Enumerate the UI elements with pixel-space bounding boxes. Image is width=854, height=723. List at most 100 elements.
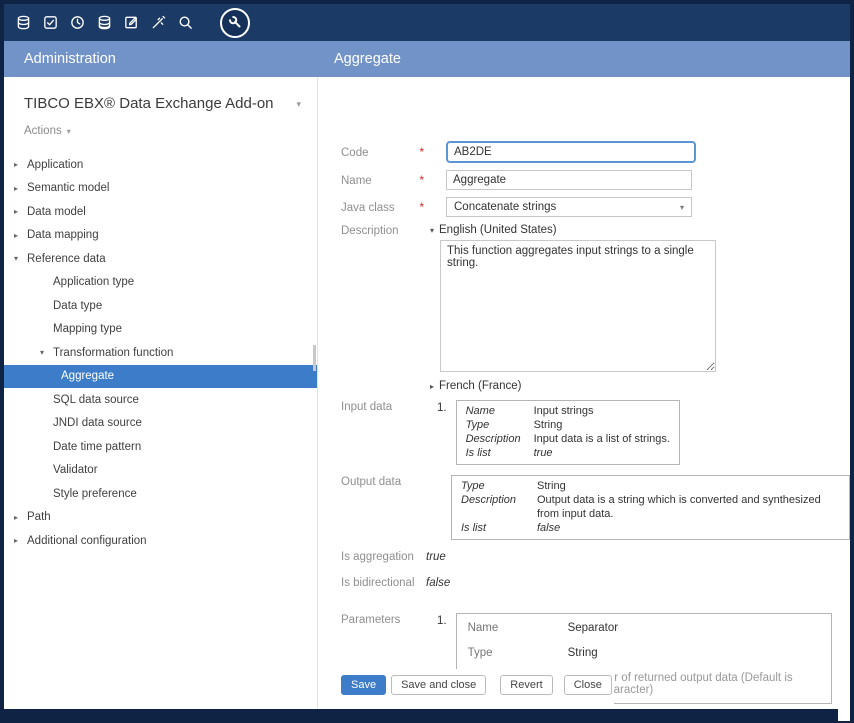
- java-class-selected-value: Concatenate strings: [454, 201, 556, 213]
- scrollbar-corner: [838, 709, 850, 721]
- data-icon[interactable]: [14, 14, 32, 32]
- tree-item-label: Mapping type: [53, 323, 122, 335]
- tree-item-data-mapping[interactable]: ▸Data mapping: [4, 224, 317, 248]
- english-locale-label: English (United States): [439, 224, 557, 236]
- tree-item-label: Reference data: [27, 253, 106, 265]
- administration-icon[interactable]: [220, 8, 250, 38]
- tree-item-label: Style preference: [53, 488, 137, 500]
- actions-label: Actions: [24, 125, 62, 137]
- dashboard-icon[interactable]: [68, 14, 86, 32]
- name-input[interactable]: [446, 170, 692, 190]
- tree-item-data-model[interactable]: ▸Data model: [4, 200, 317, 224]
- tree-item-mapping-type[interactable]: Mapping type: [4, 318, 317, 342]
- is-bidirectional-row: Is bidirectional false: [341, 576, 850, 589]
- java-class-label: Java class*: [341, 201, 446, 214]
- tree-item-style-preference[interactable]: Style preference: [4, 482, 317, 506]
- input-data-row: Input data 1. NameInput strings TypeStri…: [341, 400, 850, 465]
- description-field-row: Description ▾ English (United States) Th…: [341, 224, 850, 392]
- authoring-icon[interactable]: [122, 14, 140, 32]
- tree-item-label: Validator: [53, 464, 98, 476]
- application-window: Administration Aggregate TIBCO EBX® Data…: [0, 0, 854, 723]
- tree-item-label: Additional configuration: [27, 535, 147, 547]
- dataset-selector[interactable]: TIBCO EBX® Data Exchange Add-on ▾: [4, 77, 317, 112]
- tree-item-semantic-model[interactable]: ▸Semantic model: [4, 177, 317, 201]
- chevron-right-icon: ▸: [430, 382, 434, 391]
- save-and-close-button[interactable]: Save and close: [391, 675, 486, 695]
- chevron-right-icon: ▸: [14, 184, 27, 193]
- perspective-icon[interactable]: [149, 14, 167, 32]
- tree-item-reference-data[interactable]: ▾Reference data: [4, 247, 317, 271]
- java-class-select[interactable]: Concatenate strings ▾: [446, 197, 692, 217]
- top-toolbar: [4, 4, 850, 41]
- chevron-down-icon: ▾: [40, 348, 53, 357]
- chevron-down-icon: ▾: [430, 226, 434, 235]
- output-data-label: Output data: [341, 475, 446, 488]
- chevron-right-icon: ▸: [14, 231, 27, 240]
- tree-item-label: Path: [27, 511, 51, 523]
- kv-key: Type: [461, 479, 527, 493]
- chevron-down-icon: ▾: [680, 203, 684, 212]
- revert-button[interactable]: Revert: [500, 675, 552, 695]
- chevron-down-icon: ▾: [14, 254, 27, 263]
- chevron-down-icon: ▾: [296, 99, 301, 110]
- list-index: 1.: [437, 402, 447, 414]
- name-label: Name*: [341, 174, 446, 187]
- output-data-row: Output data Type String Description Output…: [341, 475, 850, 540]
- window-content: Administration Aggregate TIBCO EBX® Data…: [4, 4, 850, 709]
- tree-item-label: JNDI data source: [53, 417, 142, 429]
- tree-item-application[interactable]: ▸Application: [4, 153, 317, 177]
- required-asterisk: *: [420, 202, 424, 214]
- kv-value: String: [568, 640, 820, 665]
- english-locale-toggle[interactable]: ▾ English (United States): [430, 224, 716, 236]
- record-title: Aggregate: [318, 51, 401, 67]
- tree-item-sql-data-source[interactable]: SQL data source: [4, 388, 317, 412]
- french-locale-toggle[interactable]: ▸ French (France): [430, 380, 716, 392]
- kv-key: Type: [466, 418, 524, 432]
- tree-item-label: Aggregate: [61, 370, 114, 382]
- tree-item-label: Date time pattern: [53, 441, 141, 453]
- kv-key: Type: [468, 640, 568, 665]
- record-form: Code* Name* Java class* Concatenate stri…: [318, 77, 850, 709]
- close-button[interactable]: Close: [564, 675, 612, 695]
- sidebar-scrollbar[interactable]: [313, 345, 316, 371]
- tree-item-label: Transformation function: [53, 347, 173, 359]
- tree-item-date-time-pattern[interactable]: Date time pattern: [4, 435, 317, 459]
- navigation-tree: ▸Application ▸Semantic model ▸Data model…: [4, 153, 317, 553]
- kv-value: String: [537, 479, 840, 493]
- search-icon[interactable]: [176, 14, 194, 32]
- kv-value: Input data is a list of strings.: [534, 432, 670, 446]
- chevron-right-icon: ▸: [14, 207, 27, 216]
- kv-value: Separator: [568, 615, 820, 640]
- description-english-textarea[interactable]: This function aggregates input strings t…: [440, 240, 716, 372]
- kv-key: Is list: [461, 521, 527, 535]
- actions-menu[interactable]: Actions ▾: [24, 125, 317, 137]
- tree-item-label: SQL data source: [53, 394, 139, 406]
- checklist-icon[interactable]: [41, 14, 59, 32]
- tree-item-jndi-data-source[interactable]: JNDI data source: [4, 412, 317, 436]
- tree-item-application-type[interactable]: Application type: [4, 271, 317, 295]
- java-class-field-row: Java class* Concatenate strings ▾: [341, 197, 850, 217]
- required-asterisk: *: [420, 147, 424, 159]
- tree-item-aggregate[interactable]: Aggregate: [4, 365, 317, 389]
- tree-item-label: Application type: [53, 276, 134, 288]
- kv-value: Output data is a string which is convert…: [537, 493, 840, 521]
- code-label: Code*: [341, 146, 446, 159]
- kv-key: Description: [461, 493, 527, 521]
- tree-item-additional-configuration[interactable]: ▸Additional configuration: [4, 529, 317, 553]
- tree-item-data-type[interactable]: Data type: [4, 294, 317, 318]
- is-aggregation-value: true: [426, 550, 446, 563]
- chevron-right-icon: ▸: [14, 536, 27, 545]
- save-button[interactable]: Save: [341, 675, 386, 695]
- tree-item-label: Data model: [27, 206, 86, 218]
- kv-value: true: [534, 446, 670, 460]
- tree-item-path[interactable]: ▸Path: [4, 506, 317, 530]
- tree-item-validator[interactable]: Validator: [4, 459, 317, 483]
- is-bidirectional-value: false: [426, 576, 450, 589]
- output-data-table: Type String Description Output data is a s…: [451, 475, 850, 540]
- kv-value: String: [534, 418, 670, 432]
- data-model-icon[interactable]: [95, 14, 113, 32]
- chevron-right-icon: ▸: [14, 160, 27, 169]
- code-input[interactable]: [446, 141, 696, 163]
- tree-item-transformation-function[interactable]: ▾Transformation function: [4, 341, 317, 365]
- navigation-sidebar: TIBCO EBX® Data Exchange Add-on ▾ Action…: [4, 77, 318, 709]
